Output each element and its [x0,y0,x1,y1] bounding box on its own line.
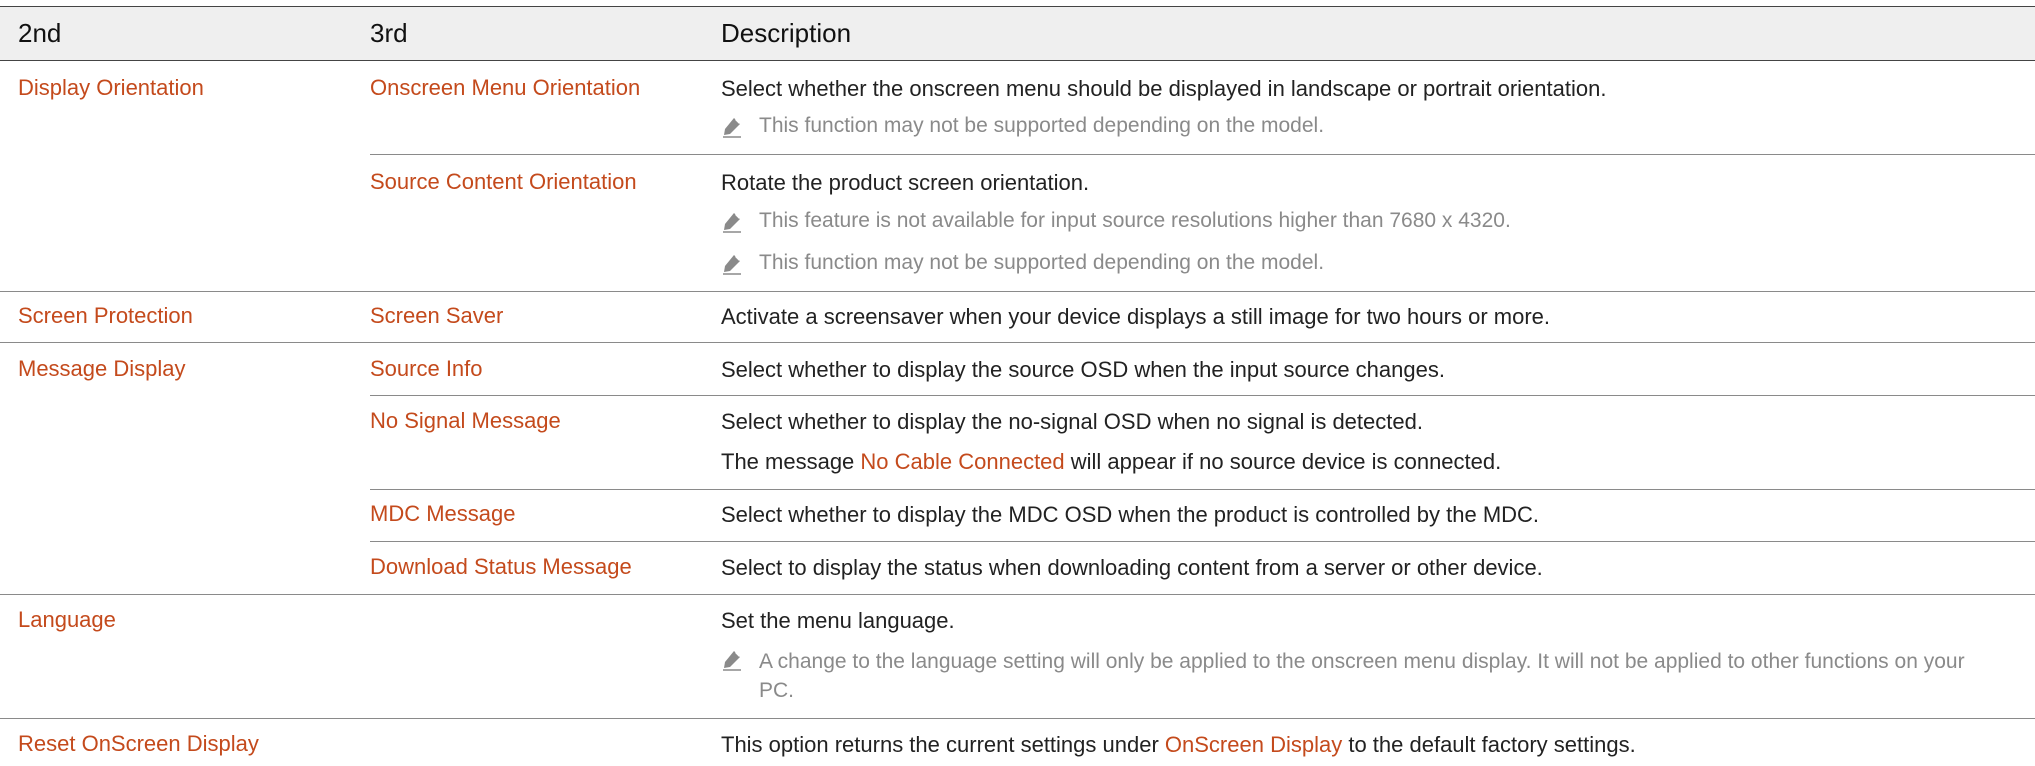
row-divider [0,594,2035,595]
description: Select whether to display the MDC OSD wh… [721,502,1540,527]
header-2nd: 2nd [18,18,62,48]
description-secondary: The message No Cable Connected will appe… [721,449,1501,475]
menu-source-content-orientation[interactable]: Source Content Orientation [370,169,637,195]
description: Rotate the product screen orientation. [721,170,1090,195]
highlight-onscreen-display: OnScreen Display [1164,732,1343,757]
menu-reset-onscreen-display[interactable]: Reset OnScreen Display [18,731,259,757]
description: Select whether to display the source OSD… [721,357,1445,382]
description: Select whether to display the no-signal … [721,409,1423,434]
row-divider [370,395,2035,396]
row-divider [370,489,2035,490]
description: Set the menu language. [721,608,955,633]
pencil-note-icon [721,116,743,138]
menu-onscreen-menu-orientation[interactable]: Onscreen Menu Orientation [370,75,640,101]
description: Activate a screensaver when your device … [721,304,1551,329]
note-text: This feature is not available for input … [759,209,1511,232]
menu-screen-protection[interactable]: Screen Protection [18,303,193,329]
description-text: will appear if no source device is conne… [1064,449,1502,474]
settings-table: 2nd 3rd Description Display Orientation … [0,0,2035,766]
description: Select to display the status when downlo… [721,555,1543,580]
menu-message-display[interactable]: Message Display [18,356,186,382]
row-divider [370,541,2035,542]
menu-source-info[interactable]: Source Info [370,356,483,382]
description-text: to the default factory settings. [1342,732,1636,757]
menu-screen-saver[interactable]: Screen Saver [370,303,503,329]
note-text: This function may not be supported depen… [759,251,1325,274]
menu-language[interactable]: Language [18,607,116,633]
description: This option returns the current settings… [721,732,1636,758]
menu-no-signal-message[interactable]: No Signal Message [370,408,561,434]
pencil-note-icon [721,253,743,275]
description-text: This option returns the current settings… [721,732,1165,757]
menu-download-status-message[interactable]: Download Status Message [370,554,632,580]
header-description: Description [721,18,852,48]
menu-display-orientation[interactable]: Display Orientation [18,75,204,101]
highlight-no-cable-connected: No Cable Connected [860,449,1065,474]
pencil-note-icon [721,649,743,671]
description-text: The message [721,449,861,474]
header-3rd: 3rd [370,18,408,48]
note-text: A change to the language setting will on… [759,650,1965,702]
note-text: This function may not be supported depen… [759,114,1325,137]
description: Select whether the onscreen menu should … [721,76,1607,101]
pencil-note-icon [721,211,743,233]
table-header: 2nd 3rd Description [0,6,2035,61]
row-divider [370,154,2035,155]
row-divider [0,718,2035,719]
row-divider [0,342,2035,343]
row-divider [0,291,2035,292]
menu-mdc-message[interactable]: MDC Message [370,501,515,527]
